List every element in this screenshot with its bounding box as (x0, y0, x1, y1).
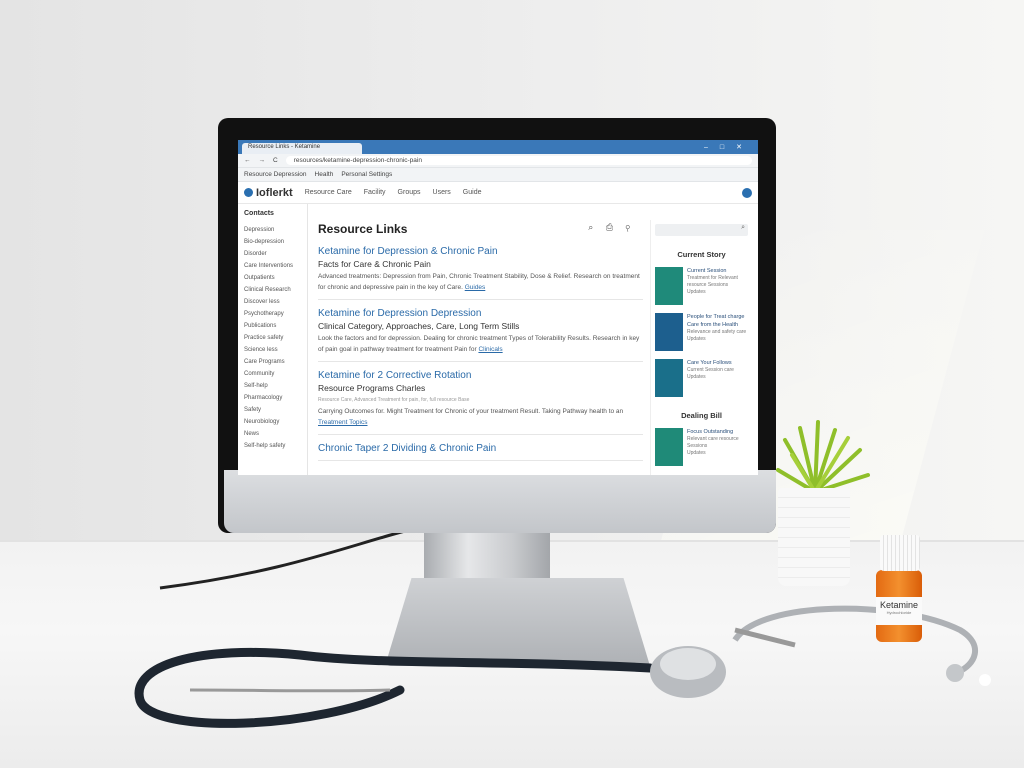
stethoscope (134, 605, 991, 728)
bottle-label: Ketamine Hydrochloride (876, 597, 922, 625)
bottle-sublabel: Hydrochloride (886, 610, 912, 615)
bottle-cap (880, 535, 920, 571)
bottle-label-text: Ketamine (879, 600, 919, 610)
